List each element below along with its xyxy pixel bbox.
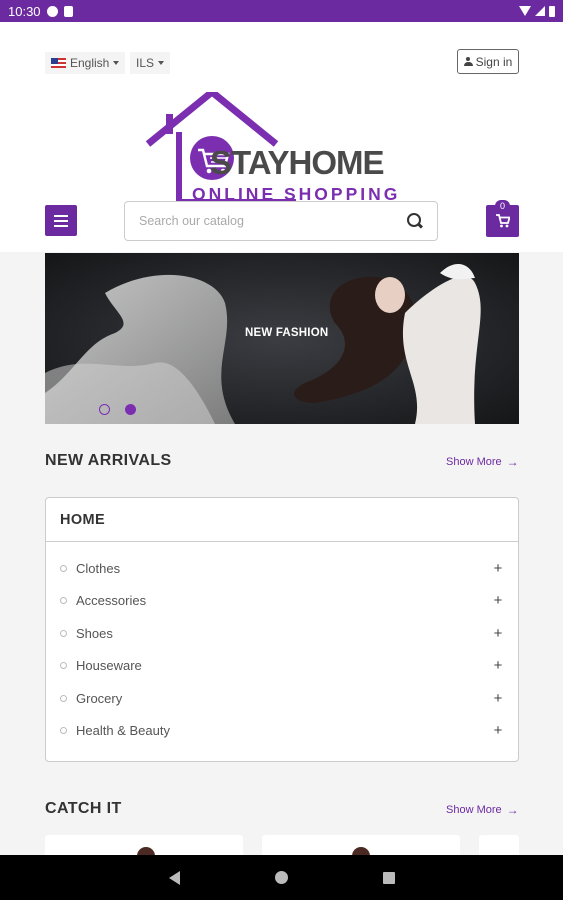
category-label: Health & Beauty — [76, 723, 170, 739]
hero-banner[interactable]: NEW FASHION — [45, 253, 519, 424]
carousel-dot-1[interactable] — [99, 404, 110, 415]
arrow-right-icon: → — [506, 803, 519, 817]
cart-icon — [495, 214, 510, 228]
banner-caption: NEW FASHION — [245, 327, 329, 339]
store-logo[interactable]: STAYHOME ONLINE SHOPPING — [146, 92, 418, 207]
status-time: 10:30 — [8, 3, 41, 19]
site-header: English ILS Sign in STAYHOME ONLINE SHOP… — [0, 22, 563, 252]
cart-count-badge: 0 — [495, 200, 510, 212]
category-label: Grocery — [76, 690, 123, 706]
show-more-label: Show More — [446, 456, 502, 468]
system-nav-bar — [0, 855, 563, 900]
sd-card-icon — [63, 5, 73, 17]
notification-icon — [46, 5, 58, 17]
category-label: Shoes — [76, 625, 113, 641]
catch-it-show-more-link[interactable]: Show More → — [446, 803, 519, 817]
bullet-icon — [60, 694, 67, 702]
sign-in-button[interactable]: Sign in — [457, 49, 519, 74]
category-label: Houseware — [76, 658, 142, 674]
show-more-label: Show More — [446, 804, 502, 816]
new-arrivals-title: NEW ARRIVALS — [45, 452, 172, 469]
category-card-title: HOME — [46, 498, 518, 542]
menu-icon-bar — [54, 224, 68, 227]
language-label: English — [70, 56, 110, 70]
new-arrivals-show-more-link[interactable]: Show More → — [446, 455, 519, 469]
carousel-dot-2[interactable] — [125, 404, 136, 415]
caret-down-icon — [158, 61, 165, 65]
signal-icon — [535, 6, 545, 16]
bullet-icon — [60, 727, 67, 735]
currency-selector[interactable]: ILS — [130, 52, 171, 74]
bullet-icon — [60, 629, 67, 637]
flag-us-icon — [51, 58, 66, 68]
menu-icon — [54, 214, 68, 217]
bullet-icon — [60, 597, 67, 605]
expand-plus-icon[interactable]: + — [493, 722, 503, 739]
user-icon — [463, 57, 473, 66]
currency-label: ILS — [136, 56, 155, 70]
search-icon[interactable] — [407, 213, 423, 229]
category-item-clothes[interactable]: Clothes + — [46, 552, 518, 585]
category-item-health-beauty[interactable]: Health & Beauty + — [46, 715, 518, 748]
bullet-icon — [60, 662, 67, 670]
expand-plus-icon[interactable]: + — [493, 625, 503, 642]
wifi-icon — [519, 6, 531, 16]
expand-plus-icon[interactable]: + — [493, 592, 503, 609]
arrow-right-icon: → — [506, 455, 519, 469]
category-list: Clothes + Accessories + Shoes + Housewar… — [46, 542, 518, 747]
expand-plus-icon[interactable]: + — [493, 657, 503, 674]
category-item-houseware[interactable]: Houseware + — [46, 650, 518, 683]
bullet-icon — [60, 564, 67, 572]
recent-apps-icon[interactable] — [382, 871, 395, 884]
battery-icon — [549, 5, 555, 17]
status-bar: 10:30 — [0, 0, 563, 22]
category-label: Accessories — [76, 593, 147, 609]
expand-plus-icon[interactable]: + — [493, 560, 503, 577]
menu-button[interactable] — [45, 205, 77, 236]
search-bar — [124, 201, 438, 241]
category-item-grocery[interactable]: Grocery + — [46, 682, 518, 715]
expand-plus-icon[interactable]: + — [493, 690, 503, 707]
logo-text-primary: STAYHOME — [210, 144, 385, 181]
menu-icon-bar — [54, 219, 68, 222]
language-selector[interactable]: English — [45, 52, 126, 74]
search-input[interactable] — [139, 214, 407, 228]
category-item-accessories[interactable]: Accessories + — [46, 585, 518, 618]
catch-it-title: CATCH IT — [45, 800, 122, 817]
caret-down-icon — [113, 61, 120, 65]
category-card: HOME Clothes + Accessories + Shoes + Hou… — [45, 497, 519, 762]
home-icon[interactable] — [274, 871, 288, 884]
category-label: Clothes — [76, 560, 121, 576]
back-icon[interactable] — [168, 870, 180, 885]
sign-in-label: Sign in — [475, 54, 513, 69]
category-item-shoes[interactable]: Shoes + — [46, 617, 518, 650]
